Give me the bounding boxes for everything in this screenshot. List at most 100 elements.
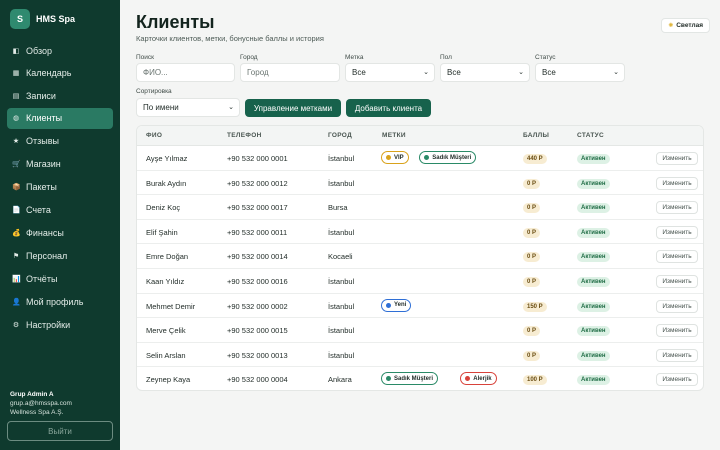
table-row[interactable]: Elif Şahin +90 532 000 0011 İstanbul 0 P Акт…: [137, 220, 703, 245]
edit-client-button[interactable]: Изменить: [656, 348, 698, 362]
sidebar-item-label: Пакеты: [26, 181, 57, 192]
tag-select-value: Все: [352, 68, 366, 77]
edit-client-button[interactable]: Изменить: [656, 373, 698, 387]
chevron-down-icon: ⌄: [228, 104, 234, 111]
edit-client-button[interactable]: Изменить: [656, 299, 698, 313]
status-badge: Активен: [577, 252, 610, 263]
sidebar-item-6[interactable]: 📦 Пакеты: [7, 176, 113, 197]
sidebar-item-4[interactable]: ★ Отзывы: [7, 130, 113, 151]
gender-filter-label: Пол: [440, 54, 452, 61]
sun-icon: ✺: [668, 23, 674, 29]
sidebar-item-5[interactable]: 🛒 Магазин: [7, 153, 113, 174]
invoice-icon: 📄: [12, 206, 21, 214]
cell-phone: +90 532 000 0001: [227, 154, 288, 163]
points-badge: 0 P: [523, 203, 541, 214]
edit-client-button[interactable]: Изменить: [656, 324, 698, 338]
tag-badge: Yeni: [381, 298, 412, 312]
tag-dot-icon: [386, 302, 391, 308]
chevron-down-icon: ⌄: [613, 69, 619, 76]
city-input[interactable]: Город: [240, 63, 340, 82]
status-select[interactable]: Все ⌄: [535, 63, 625, 82]
package-icon: 📦: [12, 183, 21, 191]
logout-button[interactable]: Выйти: [7, 421, 113, 441]
sidebar-item-8[interactable]: 💰 Финансы: [7, 222, 113, 243]
edit-client-button[interactable]: Изменить: [656, 176, 698, 190]
sidebar-item-2[interactable]: ▤ Записи: [7, 85, 113, 106]
chevron-down-icon: ⌄: [518, 69, 524, 76]
status-badge: Активен: [577, 375, 610, 386]
points-badge: 0 P: [523, 252, 541, 263]
table-row[interactable]: Mehmet Demir +90 532 000 0002 İstanbul Yeni…: [137, 294, 703, 319]
tag-dot-icon: [386, 155, 391, 160]
cell-name: Kaan Yıldız: [146, 277, 185, 286]
status-badge: Активен: [577, 154, 610, 164]
status-filter-label: Статус: [535, 54, 556, 61]
sidebar-item-1[interactable]: ▦ Календарь: [7, 63, 113, 84]
table-row[interactable]: Zeynep Kaya +90 532 000 0004 Ankara Sadık M…: [137, 367, 703, 390]
points-badge: 0 P: [523, 178, 541, 189]
status-badge: Активен: [577, 301, 610, 312]
flag-icon: ⚑: [12, 252, 20, 260]
cell-phone: +90 532 000 0015: [227, 326, 288, 336]
calendar-icon: ▦: [12, 70, 20, 77]
cell-city: İstanbul: [328, 277, 355, 286]
cell-name: Ayşe Yılmaz: [146, 154, 188, 163]
cell-phone: +90 532 000 0013: [227, 350, 288, 360]
sidebar-item-0[interactable]: ◧ Обзор: [7, 40, 113, 61]
table-row[interactable]: Selin Arslan +90 532 000 0013 İstanbul 0 P А…: [137, 343, 703, 368]
search-input[interactable]: ФИО...: [136, 63, 235, 82]
status-badge: Активен: [577, 227, 610, 238]
cell-city: Bursa: [328, 203, 348, 213]
sidebar-item-10[interactable]: 📊 Отчёты: [7, 268, 113, 289]
cell-city: İstanbul: [328, 154, 355, 163]
manage-tags-button[interactable]: Управление метками: [245, 99, 341, 117]
table-row[interactable]: Merve Çelik +90 532 000 0015 İstanbul 0 P Ак…: [137, 318, 703, 343]
gender-select[interactable]: Все ⌄: [440, 63, 530, 82]
theme-toggle-button[interactable]: ✺ Светлая: [661, 18, 710, 33]
sidebar-item-label: Отзывы: [26, 135, 59, 146]
cell-name: Mehmet Demir: [146, 301, 196, 311]
cell-phone: +90 532 000 0011: [227, 227, 288, 237]
edit-client-button[interactable]: Изменить: [656, 275, 698, 288]
sidebar-item-12[interactable]: ⚙ Настройки: [7, 314, 113, 335]
sidebar-nav: ◧ Обзор ▦ Календарь ▤ Записи ◍ Клиенты ★ Отзывы 🛒 М…: [7, 40, 113, 337]
tag-filter-label: Метка: [345, 54, 364, 61]
cart-icon: 🛒: [12, 160, 21, 168]
table-row[interactable]: Kaan Yıldız +90 532 000 0016 İstanbul 0 P Ак…: [137, 269, 703, 294]
user-company: Wellness Spa A.Ş.: [10, 409, 64, 416]
star-icon: ★: [12, 137, 20, 145]
tag-select[interactable]: Все ⌄: [345, 63, 435, 82]
cell-city: İstanbul: [328, 350, 355, 360]
table-row[interactable]: Deniz Koç +90 532 000 0017 Bursa 0 P Активен…: [137, 195, 703, 220]
sort-select[interactable]: По имени ⌄: [136, 98, 240, 117]
cell-city: İstanbul: [328, 178, 355, 188]
edit-client-button[interactable]: Изменить: [656, 201, 698, 215]
table-row[interactable]: Ayşe Yılmaz +90 532 000 0001 İstanbul VIP Sa…: [137, 146, 703, 171]
tag-label: VIP: [394, 154, 404, 161]
cell-phone: +90 532 000 0004: [227, 375, 288, 385]
sort-label: Сортировка: [136, 88, 172, 95]
sidebar-item-3[interactable]: ◍ Клиенты: [7, 107, 113, 129]
edit-client-button[interactable]: Изменить: [656, 225, 698, 239]
column-header: МЕТКИ: [382, 132, 406, 139]
tag-dot-icon: [465, 376, 471, 382]
sidebar-item-label: Финансы: [26, 227, 64, 238]
tag-label: Sadık Müşteri: [432, 154, 472, 161]
money-bag-icon: 💰: [12, 229, 21, 237]
sidebar-item-9[interactable]: ⚑ Персонал: [7, 245, 113, 266]
table-row[interactable]: Burak Aydın +90 532 000 0012 İstanbul 0 P Ак…: [137, 171, 703, 196]
sidebar: S HMS Spa ◧ Обзор ▦ Календарь ▤ Записи ◍ Клиент…: [0, 0, 120, 450]
status-badge: Активен: [577, 326, 610, 337]
sidebar-item-7[interactable]: 📄 Счета: [7, 199, 113, 220]
edit-client-button[interactable]: Изменить: [656, 250, 698, 264]
sidebar-item-11[interactable]: 👤 Мой профиль: [7, 291, 113, 312]
cell-name: Selin Arslan: [146, 350, 186, 360]
add-client-button[interactable]: Добавить клиента: [346, 99, 431, 117]
edit-client-button[interactable]: Изменить: [656, 152, 698, 165]
sidebar-item-label: Записи: [26, 90, 56, 101]
table-row[interactable]: Emre Doğan +90 532 000 0014 Kocaeli 0 P Акти…: [137, 244, 703, 269]
city-label: Город: [240, 54, 258, 61]
brand[interactable]: S HMS Spa: [10, 9, 75, 29]
table-header: ФИО ТЕЛЕФОН ГОРОД МЕТКИ БАЛЛЫ СТАТУС: [137, 126, 703, 146]
reports-icon: 📊: [12, 275, 21, 283]
